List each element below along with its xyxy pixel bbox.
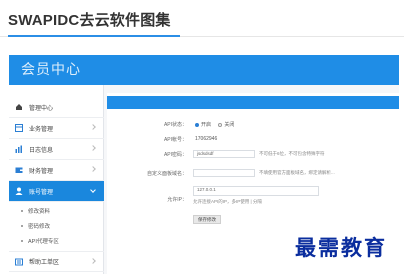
api-account-value: 17062946 — [195, 136, 218, 142]
screenshot-panel: 会员中心 管理中心 业务管理 日志信息 财务管理 账号管理 修改资料 密码修改 … — [9, 55, 399, 274]
title-accent-bar — [8, 35, 180, 37]
bullet-icon — [21, 239, 23, 242]
chevron-right-icon — [90, 166, 96, 172]
user-icon — [15, 187, 23, 195]
allowed-ip-textarea[interactable]: 127.0.0.1 — [193, 186, 319, 196]
sidebar-item-label: 财务管理 — [29, 168, 54, 175]
sidebar-item-label: 日志信息 — [29, 147, 54, 154]
sidebar-subitem-edit-profile[interactable]: 修改资料 — [9, 203, 104, 218]
allowed-ip-label: 允许IP： — [167, 197, 187, 203]
sidebar-item-label: 管理中心 — [29, 105, 54, 112]
sidebar-item-account[interactable]: 账号管理 — [9, 181, 104, 202]
api-status-on-option[interactable]: 开启 — [195, 122, 211, 128]
top-bar: 会员中心 — [9, 55, 399, 85]
watermark-text: 最需教育 — [295, 235, 387, 260]
api-status-label: API状态： — [163, 122, 187, 128]
chevron-right-icon — [90, 145, 96, 151]
custom-domain-input[interactable] — [193, 169, 255, 177]
chevron-down-icon — [90, 187, 96, 193]
api-password-label: API密码： — [163, 152, 187, 158]
sidebar-item-label: 账号管理 — [29, 189, 54, 196]
sidebar-subitem-label: 密码修改 — [28, 223, 51, 230]
sidebar-subitem-label: 修改资料 — [28, 208, 51, 215]
sidebar: 管理中心 业务管理 日志信息 财务管理 账号管理 修改资料 密码修改 API代理… — [9, 85, 104, 274]
home-icon — [15, 103, 23, 111]
sidebar-item-finance[interactable]: 财务管理 — [9, 160, 104, 181]
content-header-bar — [107, 96, 399, 109]
ticket-icon — [15, 258, 23, 266]
sidebar-subitem-api-proxy[interactable]: API代理专区 — [9, 233, 104, 248]
api-account-label: API帐号： — [163, 137, 187, 143]
chevron-right-icon — [90, 258, 96, 264]
api-password-hint: 不可低于6位，不可包含特殊字符 — [259, 151, 325, 156]
grid-icon — [15, 124, 23, 132]
api-password-input[interactable]: jsdsdsdf — [193, 150, 255, 158]
save-button[interactable]: 保存修改 — [193, 215, 221, 224]
api-status-radio-group: 开启 关闭 — [195, 121, 234, 128]
custom-domain-hint: 不填使用官方面板域名，绑定请解析... — [259, 170, 335, 175]
radio-checked-icon — [195, 122, 199, 127]
sidebar-item-admin-center[interactable]: 管理中心 — [9, 97, 104, 118]
wallet-icon — [15, 166, 23, 174]
bullet-icon — [21, 224, 23, 227]
allowed-ip-hint: 允许连接API的IP，多IP使用 | 分隔 — [193, 199, 262, 204]
sidebar-item-label: 帮助工单区 — [29, 260, 60, 266]
radio-unchecked-icon — [218, 122, 223, 127]
api-status-off-option[interactable]: 关闭 — [218, 122, 234, 128]
bullet-icon — [21, 209, 23, 212]
bar-chart-icon — [15, 145, 23, 153]
custom-domain-label: 自定义面板域名： — [146, 171, 187, 177]
sidebar-item-logs[interactable]: 日志信息 — [9, 139, 104, 160]
sidebar-item-business[interactable]: 业务管理 — [9, 118, 104, 139]
sidebar-subitem-change-password[interactable]: 密码修改 — [9, 218, 104, 233]
article-title: SWAPIDC去云软件图集 — [8, 12, 171, 29]
sidebar-item-label: 业务管理 — [29, 126, 54, 133]
sidebar-subitem-label: API代理专区 — [28, 238, 59, 245]
sidebar-item-tickets[interactable]: 帮助工单区 — [9, 251, 104, 272]
brand-title: 会员中心 — [21, 62, 81, 78]
chevron-right-icon — [90, 124, 96, 130]
